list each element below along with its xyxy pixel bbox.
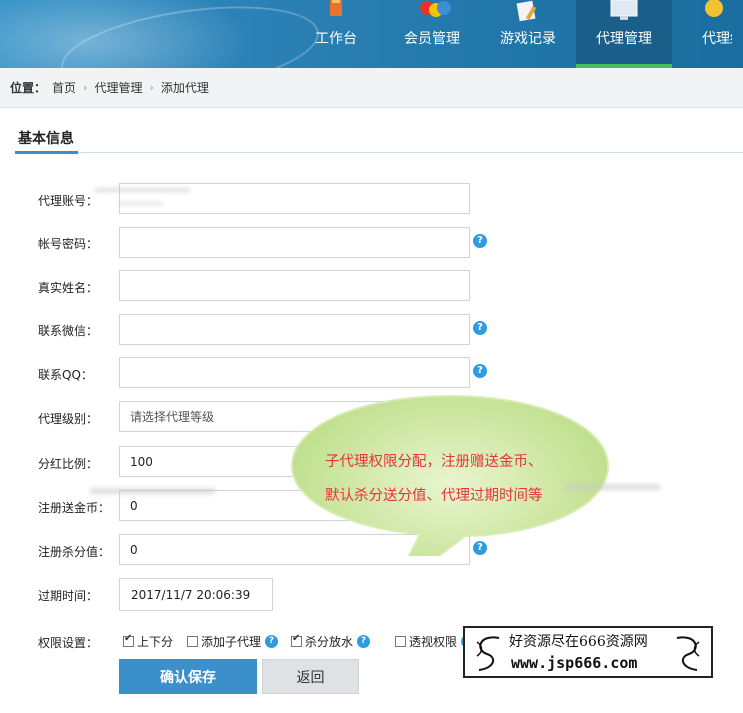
watermark-title: 好资源尽在666资源网 [509, 634, 648, 650]
tab-active-indicator [15, 151, 78, 154]
realname-label: 真实姓名： [38, 281, 99, 295]
tab-basic-info[interactable]: 基本信息 [18, 128, 74, 148]
password-label: 帐号密码： [38, 237, 99, 251]
back-button[interactable]: 返回 [262, 659, 359, 694]
perm-label: 透视权限 [409, 634, 458, 649]
qq-input[interactable] [130, 358, 469, 387]
perm-kill-release[interactable]: 杀分放水 ? [291, 632, 371, 650]
level-label: 代理级别： [38, 412, 99, 426]
coin-icon [699, 0, 729, 20]
ornament-icon [476, 636, 500, 671]
breadcrumb-separator: › [83, 81, 88, 94]
breadcrumb: 位置： 首页 › 代理管理 › 添加代理 [0, 68, 743, 108]
qq-label: 联系QQ： [38, 368, 93, 382]
level-select-value: 请选择代理等级 [130, 410, 215, 424]
nav-game-records[interactable]: 游戏记录 [480, 0, 576, 68]
realname-field[interactable] [119, 270, 470, 301]
help-icon[interactable]: ? [473, 364, 487, 378]
blur-mark [565, 484, 660, 490]
section-divider [15, 152, 743, 153]
blur-mark [90, 488, 215, 494]
password-input[interactable] [130, 228, 469, 257]
nav-label: 游戏记录 [500, 31, 556, 47]
monitor-icon [609, 0, 639, 20]
perm-label: 添加子代理 [201, 634, 262, 649]
checkbox[interactable] [123, 633, 134, 647]
nav-workbench[interactable]: 工作台 [288, 0, 384, 68]
breadcrumb-home[interactable]: 首页 [52, 79, 76, 96]
expire-date-value: 2017/11/7 20:06:39 [131, 587, 251, 602]
expire-date-field[interactable]: 2017/11/7 20:06:39 [119, 578, 273, 611]
members-icon [417, 0, 451, 20]
game-record-icon [513, 0, 543, 22]
ratio-label: 分红比例： [38, 457, 99, 471]
nav-label: 代理管理 [596, 31, 652, 47]
top-header: 工作台 会员管理 游戏记录 代理管理 代理结 [0, 0, 743, 68]
nav-label: 会员管理 [404, 31, 460, 47]
breadcrumb-agent-management[interactable]: 代理管理 [94, 79, 142, 96]
password-field[interactable] [119, 227, 470, 258]
perm-label: 杀分放水 [305, 634, 354, 649]
wechat-field[interactable] [119, 314, 470, 345]
ornament-icon [676, 636, 700, 671]
expire-label: 过期时间： [38, 589, 99, 603]
callout-bubble [290, 394, 610, 556]
checkbox[interactable] [291, 633, 302, 647]
blur-mark [118, 202, 163, 205]
watermark-url: www.jsp666.com [511, 654, 638, 672]
realname-input[interactable] [130, 271, 469, 300]
wechat-label: 联系微信： [38, 324, 99, 338]
breadcrumb-prefix: 位置： [10, 81, 47, 95]
perm-add-subagent[interactable]: 添加子代理 ? [187, 632, 279, 650]
breadcrumb-current: 添加代理 [160, 81, 209, 95]
nav-members[interactable]: 会员管理 [384, 0, 480, 68]
help-icon[interactable]: ? [473, 321, 487, 335]
kill-score-label: 注册杀分值： [38, 545, 111, 559]
perm-label: 上下分 [137, 634, 174, 649]
account-label: 代理账号： [38, 194, 99, 208]
callout-line-1: 子代理权限分配，注册赠送金币、 [325, 454, 543, 470]
blur-mark [95, 188, 190, 192]
breadcrumb-separator: › [149, 81, 154, 94]
nav-label: 工作台 [315, 31, 357, 47]
nav-agent-settlement[interactable]: 代理结 [672, 0, 732, 68]
save-button[interactable]: 确认保存 [119, 659, 257, 694]
perm-updown[interactable]: 上下分 [123, 632, 173, 650]
perms-label: 权限设置： [38, 636, 99, 650]
nav-label: 代理结 [702, 31, 732, 47]
qq-field[interactable] [119, 357, 470, 388]
main-nav: 工作台 会员管理 游戏记录 代理管理 代理结 [288, 0, 732, 68]
wechat-input[interactable] [130, 315, 469, 344]
nav-agent-management[interactable]: 代理管理 [576, 0, 672, 68]
gift-coins-label: 注册送金币： [38, 501, 111, 515]
help-icon[interactable]: ? [265, 634, 279, 648]
checkbox[interactable] [395, 635, 406, 647]
help-icon[interactable]: ? [357, 634, 371, 648]
watermark-badge: 好资源尽在666资源网 www.jsp666.com [463, 626, 713, 678]
clipboard-icon [321, 0, 351, 20]
help-icon[interactable]: ? [473, 234, 487, 248]
checkbox[interactable] [187, 635, 198, 647]
